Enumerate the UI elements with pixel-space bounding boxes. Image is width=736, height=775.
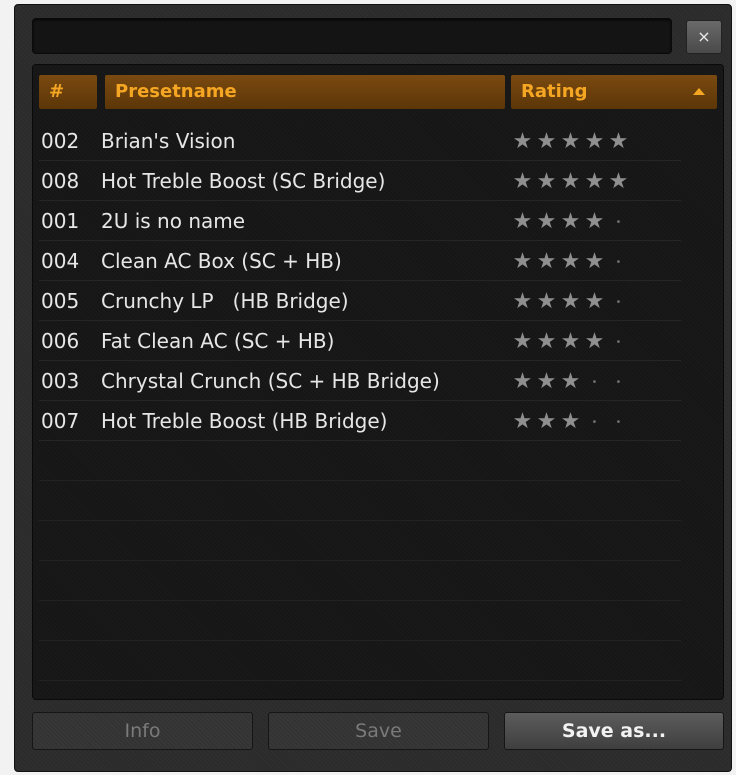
star-filled-icon: ★ [560,329,582,354]
star-empty-icon: • [591,416,599,428]
preset-name: Fat Clean AC (SC + HB) [101,329,335,353]
star-empty-icon: • [615,336,623,348]
star-filled-icon: ★ [608,129,630,154]
rating-stars[interactable]: ★ ★ ★ ★ • [511,201,631,243]
preset-name: Crunchy LP (HB Bridge) [101,289,349,313]
preset-number: 005 [41,289,80,313]
star-filled-icon: ★ [584,129,606,154]
preset-row[interactable]: 003 Chrystal Crunch (SC + HB Bridge) ★ ★ ★ • • [39,361,681,401]
preset-name: Chrystal Crunch (SC + HB Bridge) [101,369,440,393]
preset-name: Hot Treble Boost (HB Bridge) [101,409,388,433]
star-filled-icon: ★ [512,289,534,314]
rating-stars[interactable]: ★ ★ ★ ★ • [511,321,631,363]
save-button-label: Save [355,720,402,742]
star-filled-icon: ★ [560,249,582,274]
preset-name: Clean AC Box (SC + HB) [101,249,342,273]
preset-number: 006 [41,329,80,353]
star-filled-icon: ★ [536,409,558,434]
star-filled-icon: ★ [584,169,606,194]
close-icon: × [697,27,711,46]
star-filled-icon: ★ [584,209,606,234]
rating-stars[interactable]: ★ ★ ★ ★ ★ [511,161,631,202]
preset-number: 001 [41,209,80,233]
column-header-presetname[interactable]: Presetname [105,75,505,109]
empty-row [39,521,681,561]
star-filled-icon: ★ [560,209,582,234]
star-filled-icon: ★ [584,329,606,354]
star-empty-icon: • [615,416,623,428]
star-filled-icon: ★ [560,409,582,434]
empty-row [39,481,681,521]
preset-row[interactable]: 007 Hot Treble Boost (HB Bridge) ★ ★ ★ • • [39,401,681,441]
preset-name: Hot Treble Boost (SC Bridge) [101,169,386,193]
info-button[interactable]: Info [32,712,253,750]
star-filled-icon: ★ [560,129,582,154]
empty-row [39,561,681,601]
star-filled-icon: ★ [608,169,630,194]
empty-row [39,641,681,681]
star-empty-icon: • [615,376,623,388]
star-filled-icon: ★ [560,169,582,194]
preset-list[interactable]: # Presetname Rating 002 Brian's Vision ★ ★ ★… [32,64,724,700]
column-header-number[interactable]: # [39,75,97,109]
column-header-rating-label: Rating [521,81,588,102]
preset-row[interactable]: 004 Clean AC Box (SC + HB) ★ ★ ★ ★ • [39,241,681,281]
star-filled-icon: ★ [536,169,558,194]
preset-row[interactable]: 001 2U is no name ★ ★ ★ ★ • [39,201,681,241]
column-header-rating[interactable]: Rating [511,75,717,109]
star-filled-icon: ★ [512,409,534,434]
save-button[interactable]: Save [268,712,489,750]
save-as-button-label: Save as... [561,720,667,742]
star-empty-icon: • [615,256,623,268]
preset-row[interactable]: 005 Crunchy LP (HB Bridge) ★ ★ ★ ★ • [39,281,681,321]
star-filled-icon: ★ [536,369,558,394]
star-filled-icon: ★ [536,289,558,314]
empty-row [39,601,681,641]
column-header-number-label: # [49,81,65,102]
star-filled-icon: ★ [512,129,534,154]
search-input[interactable] [32,18,672,54]
preset-name: Brian's Vision [101,129,236,153]
star-filled-icon: ★ [512,369,534,394]
star-filled-icon: ★ [536,129,558,154]
star-filled-icon: ★ [584,289,606,314]
preset-number: 008 [41,169,80,193]
star-filled-icon: ★ [512,249,534,274]
star-filled-icon: ★ [512,209,534,234]
preset-name: 2U is no name [101,209,246,233]
star-filled-icon: ★ [536,249,558,274]
star-filled-icon: ★ [512,169,534,194]
info-button-label: Info [124,720,161,742]
rating-stars[interactable]: ★ ★ ★ ★ ★ [511,121,631,162]
save-as-button[interactable]: Save as... [504,712,724,750]
star-empty-icon: • [591,376,599,388]
preset-row[interactable]: 002 Brian's Vision ★ ★ ★ ★ ★ [39,121,681,161]
empty-row [39,441,681,481]
column-header-presetname-label: Presetname [115,81,237,102]
rating-stars[interactable]: ★ ★ ★ • • [511,361,631,403]
empty-row [39,681,681,699]
rating-stars[interactable]: ★ ★ ★ ★ • [511,241,631,283]
star-empty-icon: • [615,216,623,228]
star-empty-icon: • [615,296,623,308]
preset-number: 004 [41,249,80,273]
star-filled-icon: ★ [584,249,606,274]
rating-stars[interactable]: ★ ★ ★ ★ • [511,281,631,323]
star-filled-icon: ★ [560,369,582,394]
star-filled-icon: ★ [536,209,558,234]
star-filled-icon: ★ [536,329,558,354]
rating-stars[interactable]: ★ ★ ★ • • [511,401,631,443]
preset-number: 007 [41,409,80,433]
preset-number: 002 [41,129,80,153]
star-filled-icon: ★ [560,289,582,314]
star-filled-icon: ★ [512,329,534,354]
preset-row[interactable]: 008 Hot Treble Boost (SC Bridge) ★ ★ ★ ★ ★ [39,161,681,201]
preset-row[interactable]: 006 Fat Clean AC (SC + HB) ★ ★ ★ ★ • [39,321,681,361]
preset-number: 003 [41,369,80,393]
sort-ascending-icon [693,88,705,95]
close-button[interactable]: × [686,20,722,54]
